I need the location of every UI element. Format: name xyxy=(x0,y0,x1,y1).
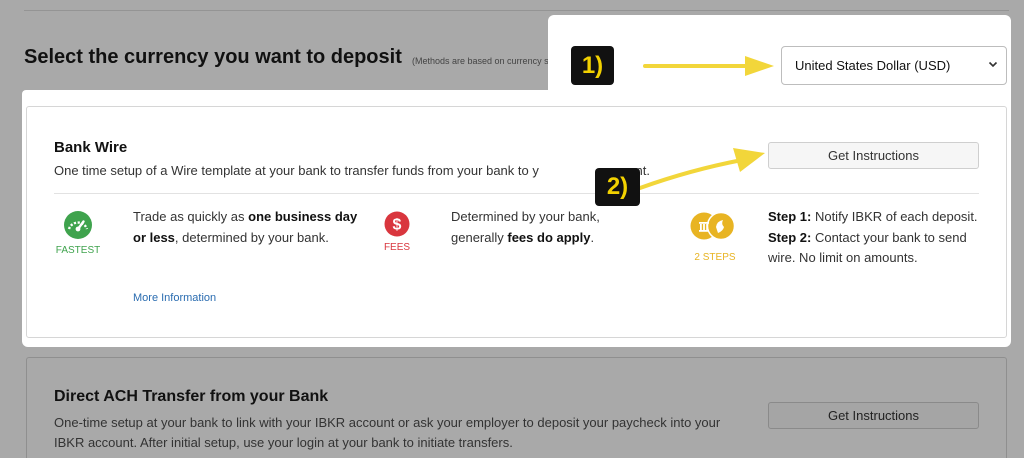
step-2-callout: 2) xyxy=(595,168,640,206)
annotation-arrows xyxy=(638,56,774,190)
step-1-callout: 1) xyxy=(571,46,614,85)
